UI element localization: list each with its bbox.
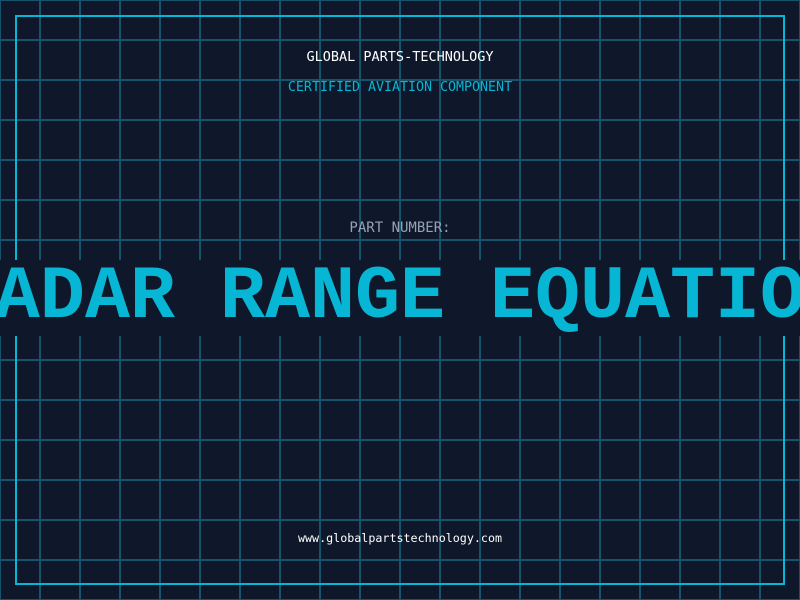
part-number-band: RADAR RANGE EQUATION: [0, 260, 800, 336]
certification-subtitle: CERTIFIED AVIATION COMPONENT: [287, 80, 513, 95]
company-title: GLOBAL PARTS-TECHNOLOGY: [306, 49, 494, 65]
website-link[interactable]: www.globalpartstechnology.com: [0, 531, 800, 545]
part-number-label: PART NUMBER:: [349, 220, 451, 236]
part-number-value: RADAR RANGE EQUATION: [0, 260, 800, 336]
